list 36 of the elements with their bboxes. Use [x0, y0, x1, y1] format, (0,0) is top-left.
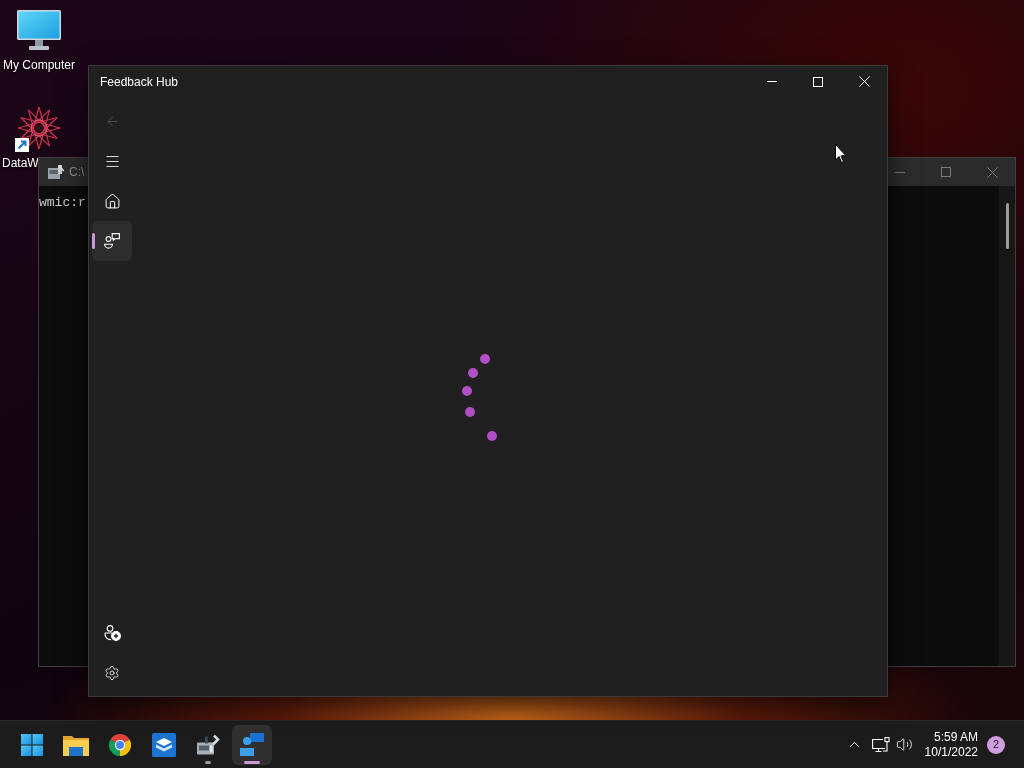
mouse-pointer-icon [835, 144, 847, 163]
window-title: Feedback Hub [99, 73, 179, 91]
add-person-icon [103, 625, 121, 641]
clock-date: 10/1/2022 [924, 744, 978, 760]
desktop-icon-label[interactable]: DataW [2, 156, 39, 170]
maximize-icon [813, 76, 823, 87]
person-speech-bubble-icon [104, 233, 120, 249]
four-squares-logo-icon [21, 733, 43, 756]
notification-count[interactable]: 2 [987, 735, 1005, 754]
monitor-icon [17, 10, 61, 50]
desktop-icon-label[interactable]: My Computer [3, 58, 75, 72]
scrollbar-track[interactable] [999, 186, 1015, 666]
browser-logo-icon [109, 733, 131, 756]
loading-spinner-icon [461, 353, 498, 442]
console-output-text: wmic:r [39, 195, 86, 210]
close-icon [858, 76, 870, 87]
box-app-icon [152, 732, 176, 757]
console-app-icon [48, 165, 64, 179]
home-icon [103, 192, 121, 210]
clock-time: 5:59 AM [933, 729, 978, 745]
console-window-title: C:\ [69, 164, 85, 181]
clock-button[interactable]: 5:59 AM 10/1/2022 [924, 729, 978, 760]
minimize-icon [895, 171, 905, 173]
network-monitor-icon [871, 736, 890, 753]
folder-icon [63, 733, 89, 756]
speaker-icon [896, 736, 914, 753]
person-chat-bubble-icon [240, 733, 264, 756]
minimize-icon [767, 81, 777, 82]
close-icon [986, 166, 998, 178]
scrollbar-thumb[interactable] [1005, 203, 1009, 249]
settings-icon [104, 665, 120, 681]
taskbar-app-button[interactable] [232, 724, 272, 765]
machine-with-tools-icon [196, 734, 220, 755]
feedback-nav-button[interactable] [92, 221, 132, 261]
maximize-icon [941, 167, 951, 177]
star-pattern-shortcut-icon [15, 104, 63, 152]
